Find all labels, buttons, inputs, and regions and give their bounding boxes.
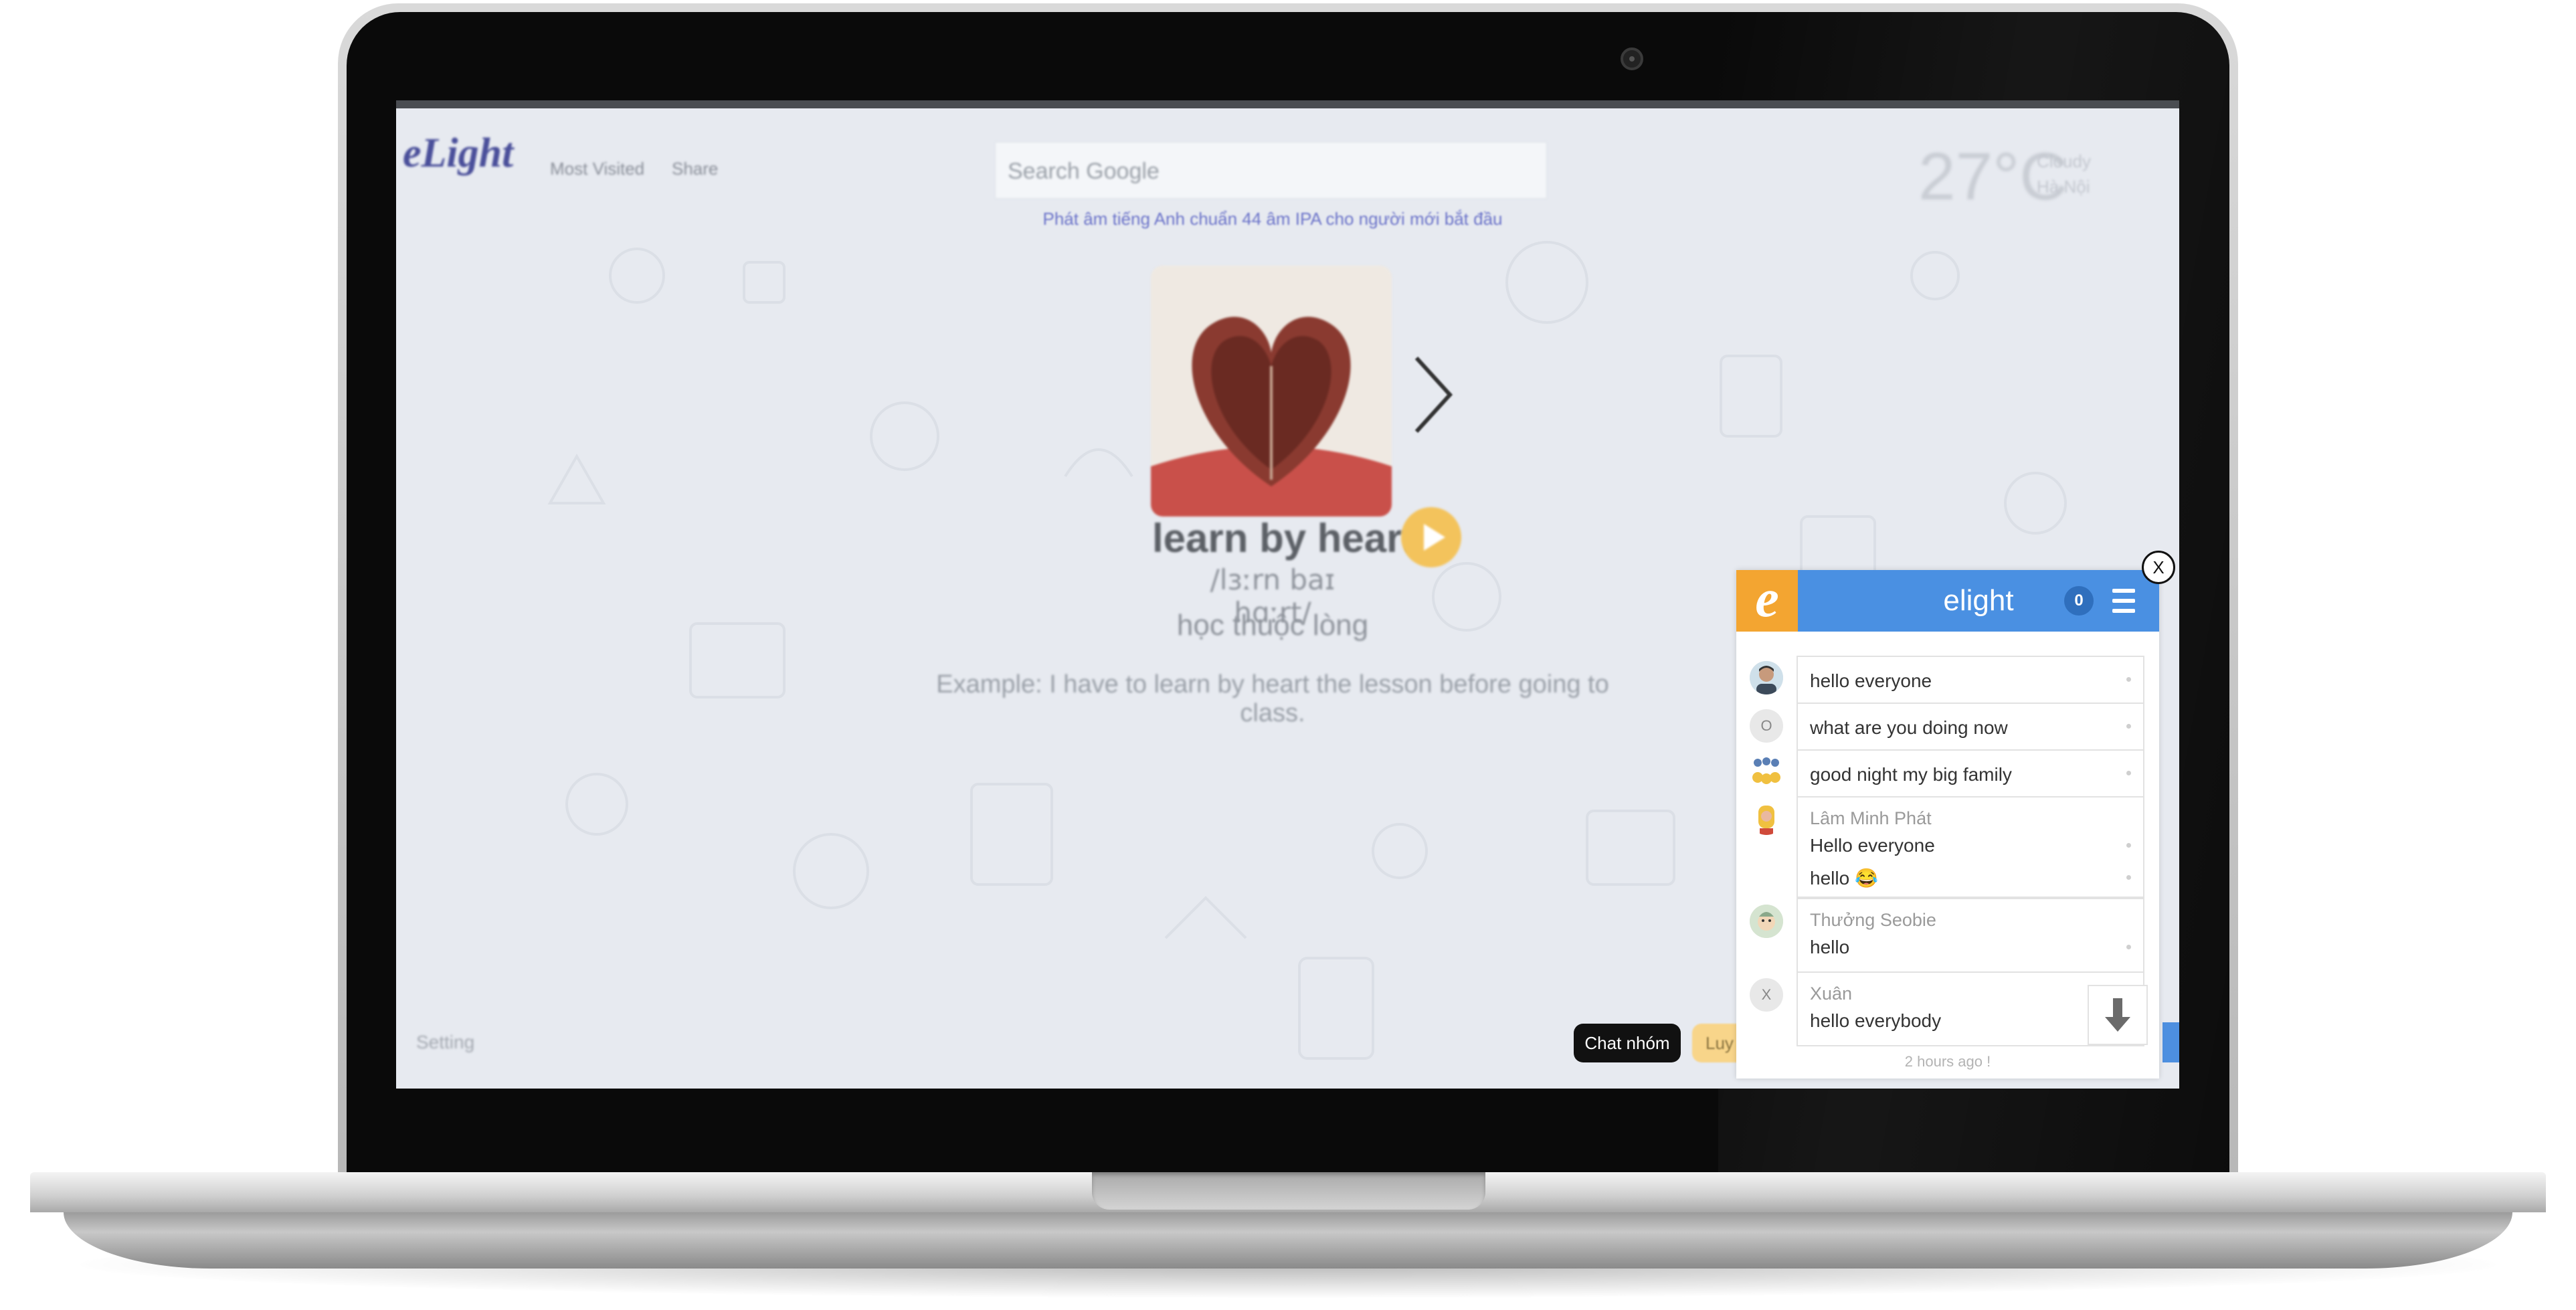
status-dot [2126, 771, 2131, 775]
message-bubble: hello everyone [1797, 656, 2144, 704]
status-dot [2126, 843, 2131, 848]
laptop-opening-notch [1092, 1172, 1485, 1210]
message-text: what are you doing now [1810, 717, 2008, 738]
side-tab[interactable] [2163, 1022, 2179, 1062]
status-dot [2126, 945, 2131, 949]
chat-logo: e [1736, 570, 1798, 632]
scroll-down-icon [2105, 998, 2130, 1032]
group-chat-button[interactable]: Chat nhóm [1574, 1024, 1681, 1062]
avatar[interactable] [1750, 661, 1783, 694]
avatar[interactable] [1750, 802, 1783, 835]
search-placeholder: Search Google [1008, 159, 1160, 184]
message-bubble: good night my big family [1797, 749, 2144, 798]
message-bubble: what are you doing now [1797, 703, 2144, 751]
flashcard-image [1151, 266, 1392, 517]
message-text: hello everyone [1810, 670, 1932, 691]
play-audio-icon[interactable] [1401, 507, 1461, 567]
avatar[interactable]: O [1750, 709, 1783, 743]
most-visited-link[interactable]: Most Visited [550, 159, 644, 179]
close-icon[interactable]: X [2142, 551, 2175, 584]
message-text: good night my big family [1810, 764, 2012, 785]
chat-header: elight 0 [1798, 570, 2159, 632]
next-arrow-icon[interactable] [1410, 355, 1457, 435]
message-bubble: Thưởng Seobie hello [1797, 898, 2144, 973]
chat-widget: e elight 0 hello everyone O what are you… [1736, 570, 2159, 1079]
search-input[interactable]: Search Google [995, 142, 1547, 199]
avatar[interactable] [1750, 905, 1783, 938]
notification-badge[interactable]: 0 [2064, 586, 2094, 616]
avatar[interactable] [1750, 755, 1783, 788]
screen-top-strip [396, 100, 2179, 108]
status-dot [2126, 724, 2131, 729]
flashcard-example: Example: I have to learn by heart the le… [936, 670, 1609, 727]
ipa-course-link[interactable]: Phát âm tiếng Anh chuẩn 44 âm IPA cho ng… [972, 209, 1574, 229]
weather-details: Cloudy Hà Nội [2037, 149, 2091, 199]
elight-logo[interactable]: eLight [403, 130, 513, 177]
flashcard-word: learn by heart [1152, 516, 1416, 561]
avatar[interactable]: X [1750, 978, 1783, 1012]
message-bubble: Lâm Minh Phát Hello everyone hello 😂 [1797, 796, 2144, 898]
last-message-time: 2 hours ago ! [1904, 1053, 1991, 1070]
chat-title: elight [1943, 584, 2014, 617]
share-link[interactable]: Share [672, 159, 718, 179]
webcam-icon [1621, 48, 1643, 70]
message-text: hello [1810, 937, 1850, 957]
sender-name: Lâm Minh Phát [1810, 808, 1932, 828]
message-text: hello everybody [1810, 1010, 1942, 1031]
flashcard-meaning: học thuộc lòng [1176, 609, 1369, 642]
sender-name: Xuân [1810, 984, 1853, 1004]
menu-icon[interactable] [2112, 589, 2135, 613]
laptop-base-bottom [64, 1212, 2512, 1269]
message-text: hello 😂 [1810, 868, 1878, 888]
weather-condition: Cloudy [2037, 151, 2091, 171]
message-text: Hello everyone [1810, 835, 1935, 856]
scroll-down-button[interactable] [2088, 985, 2148, 1045]
setting-link[interactable]: Setting [416, 1032, 474, 1053]
sender-name: Thưởng Seobie [1810, 910, 1936, 930]
status-dot [2126, 677, 2131, 682]
status-dot [2126, 875, 2131, 880]
weather-location: Hà Nội [2037, 177, 2090, 197]
